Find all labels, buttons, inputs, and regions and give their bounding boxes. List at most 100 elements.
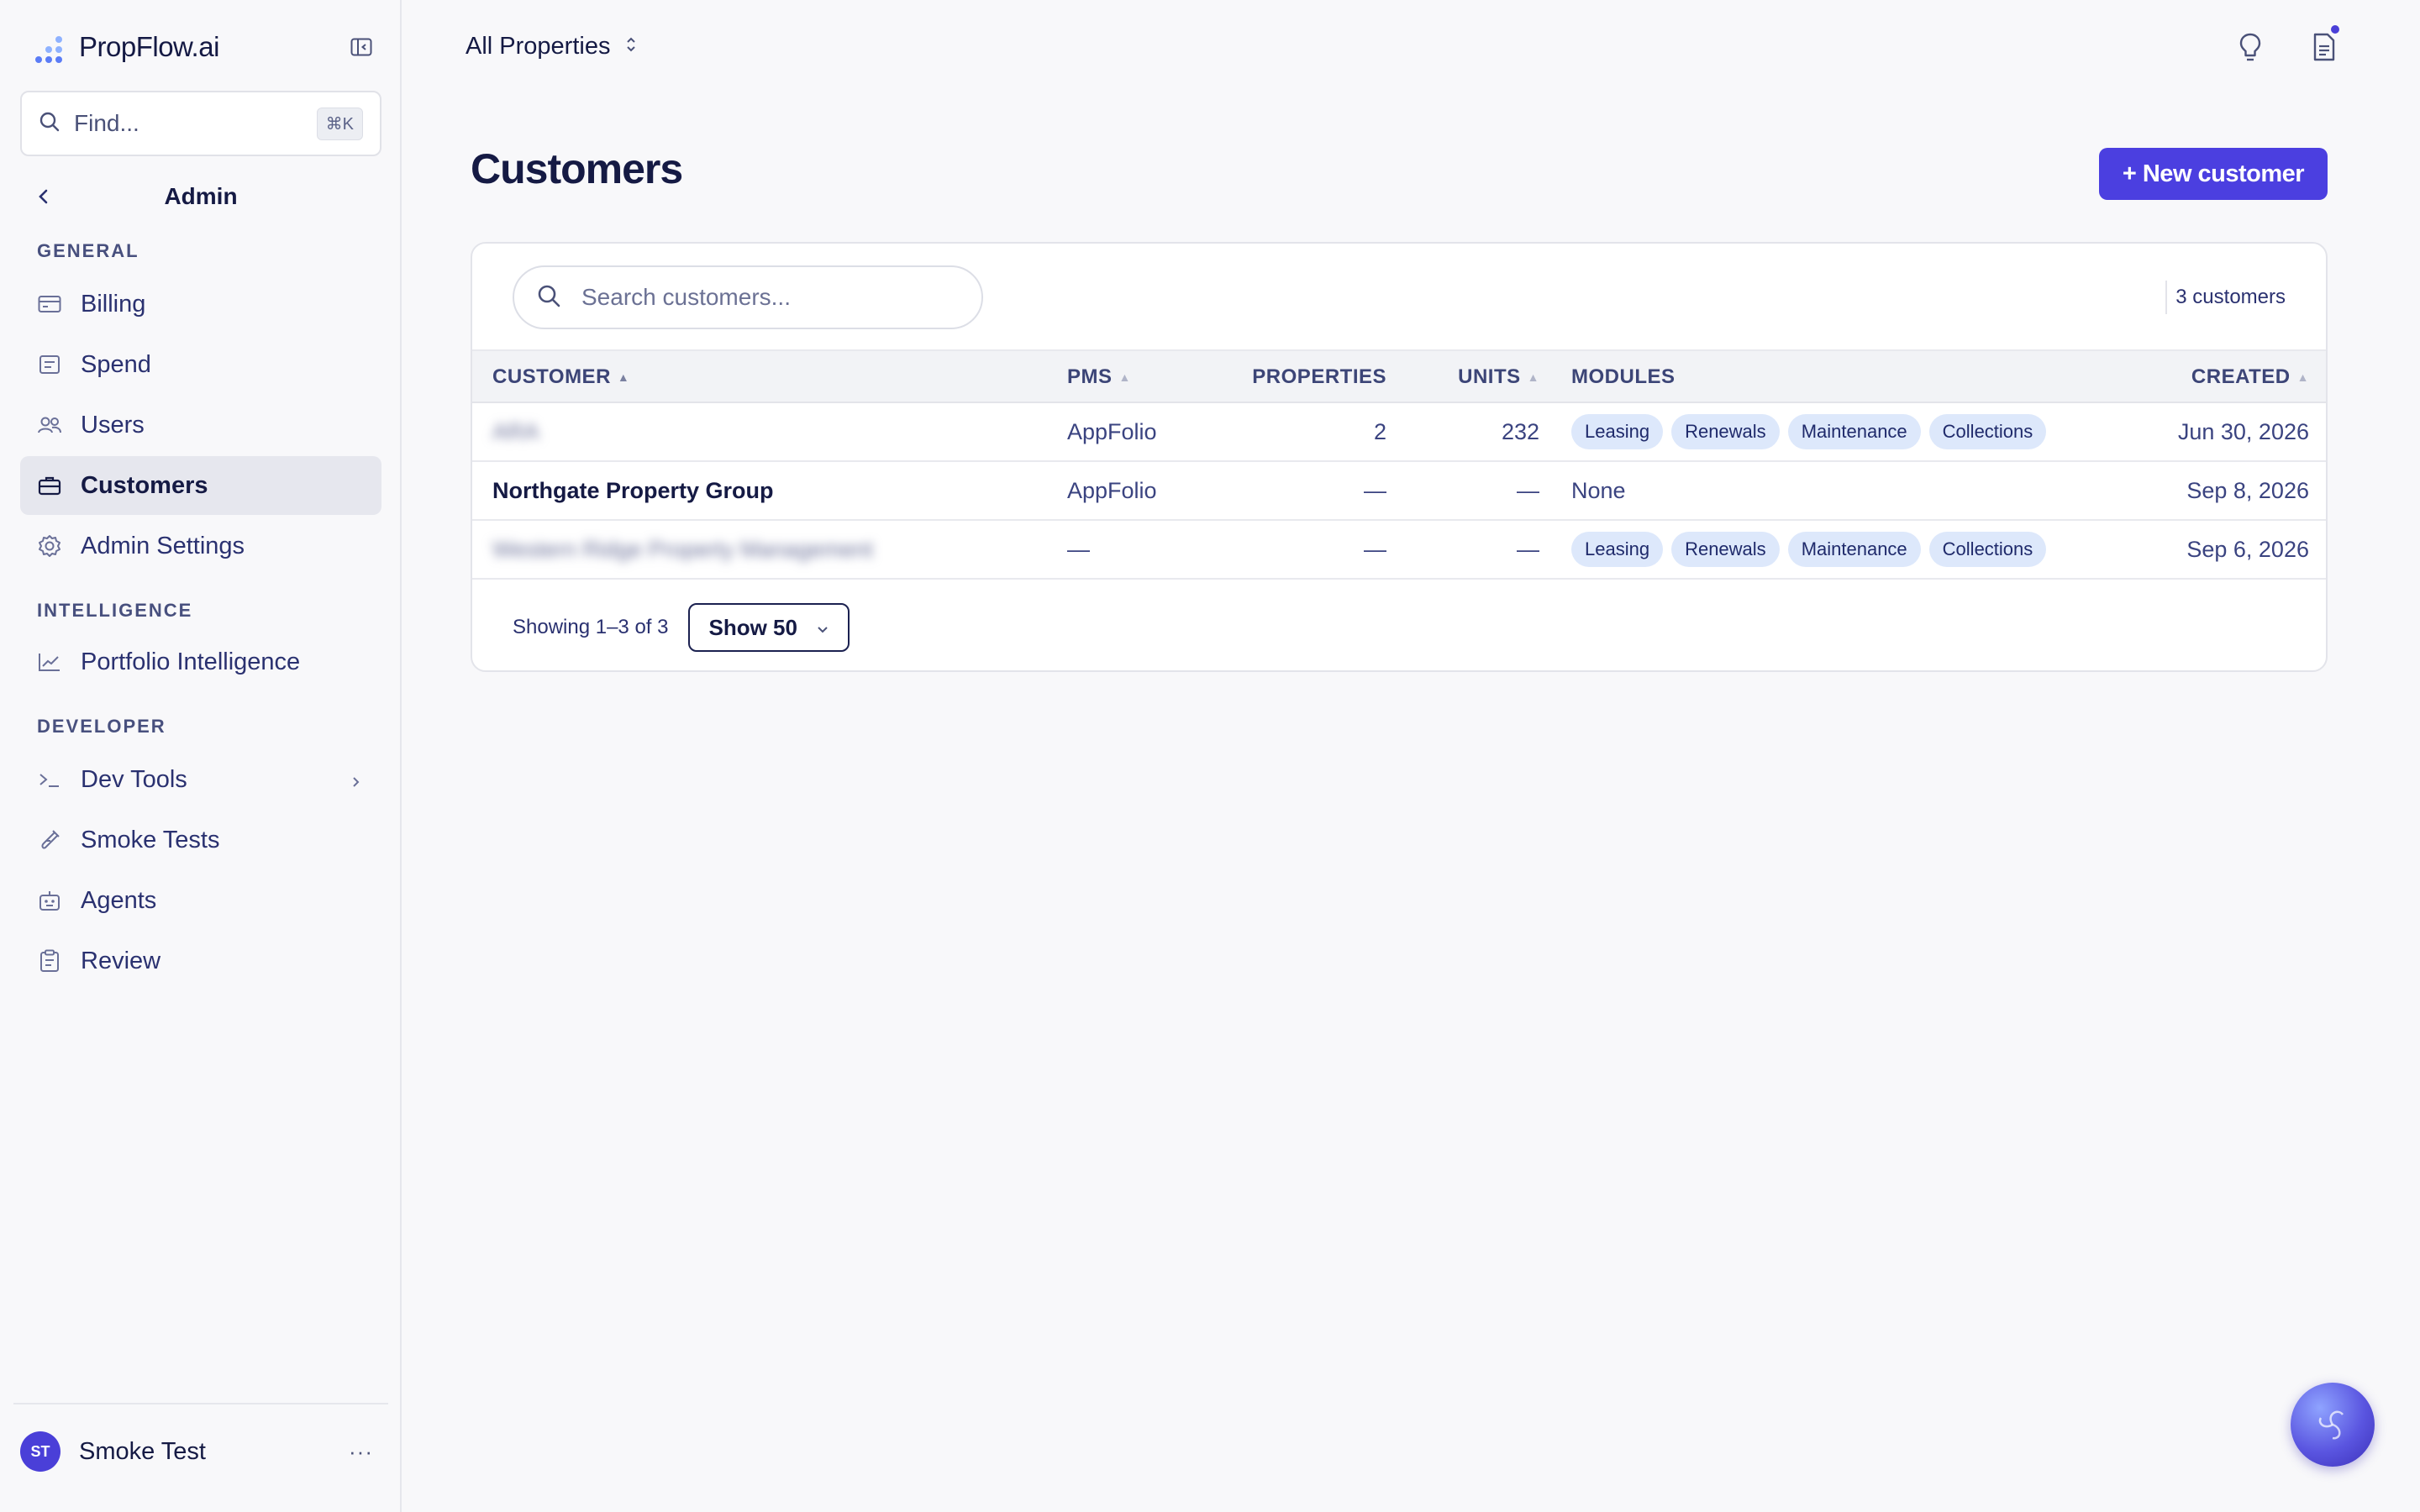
users-icon [37,412,62,438]
module-chip-maintenance: Maintenance [1787,414,1921,449]
customer-name-cell[interactable]: Western Ridge Property Management [492,521,873,578]
keyboard-shortcut-badge: ⌘K [316,107,363,140]
sidebar-item-label: Billing [81,290,146,318]
sidebar-item-dev-tools[interactable]: Dev Tools [20,750,381,809]
user-name: Smoke Test [79,1437,206,1465]
section-label-developer: DEVELOPER [37,716,166,737]
assistant-orb-icon [2318,1410,2344,1440]
clipboard-icon [37,948,62,974]
sidebar-item-label: Smoke Tests [81,826,220,853]
brand-name: PropFlow.ai [79,31,219,62]
column-label: PMS [1067,365,1113,388]
sidebar-item-agents[interactable]: Agents [20,871,381,930]
sidebar-item-users[interactable]: Users [20,396,381,454]
created-cell: Sep 8, 2026 [2186,477,2309,503]
column-header-customer[interactable]: CUSTOMER ▲ [492,351,629,403]
module-chip-leasing: Leasing [1571,532,1664,567]
sidebar: PropFlow.ai Find... ⌘K Admin GENERAL Bil… [0,0,402,1512]
test-tube-icon [37,827,62,853]
property-selector-label: All Properties [466,32,611,60]
module-chip-leasing: Leasing [1571,414,1664,449]
lightbulb-icon[interactable] [2232,29,2269,66]
find-placeholder: Find... [74,110,139,136]
table-row[interactable]: Northgate Property Group AppFolio — — No… [472,462,2326,521]
chevron-right-icon [351,769,361,797]
column-header-properties[interactable]: PROPERTIES [1252,351,1386,403]
robot-icon [37,888,62,913]
module-chip-renewals: Renewals [1671,532,1780,567]
column-label: MODULES [1571,365,1676,388]
customer-count: 3 customers [2165,281,2286,314]
units-cell: — [1517,477,1539,503]
briefcase-icon [37,473,62,498]
column-label: PROPERTIES [1252,365,1386,388]
customer-name-cell[interactable]: ARA [492,403,539,460]
page-size-select[interactable]: Show 50 [688,603,850,652]
search-placeholder: Search customers... [581,284,791,310]
sidebar-item-smoke-tests[interactable]: Smoke Tests [20,811,381,869]
user-menu[interactable]: ST Smoke Test ··· [20,1428,373,1475]
credit-card-icon [37,291,62,317]
column-label: CREATED [2191,365,2291,388]
module-chip-collections: Collections [1928,532,2047,567]
find-input[interactable]: Find... ⌘K [20,91,381,156]
admin-title: Admin [164,183,238,209]
pms-cell: AppFolio [1067,477,1157,503]
search-customers-input[interactable]: Search customers... [513,265,983,329]
column-header-created[interactable]: CREATED ▲ [2136,351,2309,403]
page-title: Customers [471,145,683,192]
sort-icon: ▲ [1527,370,1539,384]
column-header-pms[interactable]: PMS ▲ [1067,351,1131,403]
sidebar-item-label: Portfolio Intelligence [81,648,301,675]
units-cell: 232 [1501,418,1539,444]
sidebar-item-label: Review [81,947,161,974]
ai-assistant-button[interactable] [2291,1383,2375,1467]
customers-table-card: Search customers... 3 customers CUSTOMER… [471,242,2328,672]
sidebar-item-review[interactable]: Review [20,932,381,990]
column-label: UNITS [1458,365,1521,388]
module-chip-collections: Collections [1928,414,2047,449]
column-label: CUSTOMER [492,365,611,388]
chevron-up-down-icon [625,33,637,60]
logo-mark-icon [34,29,69,65]
customer-name-cell[interactable]: Northgate Property Group [492,462,774,519]
trend-chart-icon [37,649,62,675]
sidebar-item-label: Dev Tools [81,765,187,793]
page-size-value: Show 50 [708,614,797,640]
customer-name: Western Ridge Property Management [492,536,873,562]
notification-dot [2329,24,2341,35]
sidebar-item-billing[interactable]: Billing [20,275,381,333]
column-header-units[interactable]: UNITS ▲ [1447,351,1539,403]
receipt-icon [37,352,62,377]
created-cell: Jun 30, 2026 [2177,418,2309,444]
more-options-icon[interactable]: ··· [349,1439,373,1465]
avatar: ST [20,1431,60,1472]
sidebar-item-customers[interactable]: Customers [20,456,381,515]
properties-cell: — [1364,477,1386,503]
new-customer-button[interactable]: + New customer [2099,148,2328,200]
sidebar-item-label: Admin Settings [81,532,245,559]
table-row[interactable]: Western Ridge Property Management — — — … [472,521,2326,580]
property-selector[interactable]: All Properties [466,29,637,64]
pagination: Showing 1–3 of 3 Show 50 [513,603,850,652]
sidebar-item-label: Spend [81,350,151,378]
modules-cell: Leasing Renewals Maintenance Collections [1571,403,2047,460]
sidebar-item-admin-settings[interactable]: Admin Settings [20,517,381,575]
sidebar-item-spend[interactable]: Spend [20,335,381,394]
back-chevron-icon[interactable] [20,187,67,206]
table-row[interactable]: ARA AppFolio 2 232 Leasing Renewals Main… [472,403,2326,462]
properties-cell: — [1364,536,1386,562]
sidebar-item-portfolio-intelligence[interactable]: Portfolio Intelligence [20,633,381,691]
sidebar-item-label: Customers [81,471,208,499]
customer-name: ARA [492,418,539,444]
document-notes-icon[interactable] [2306,24,2343,66]
column-header-modules: MODULES [1571,351,1676,403]
brand-logo[interactable]: PropFlow.ai [34,25,219,69]
showing-range: Showing 1–3 of 3 [513,616,669,638]
terminal-icon [37,767,62,792]
sidebar-collapse-icon[interactable] [348,34,375,60]
sort-icon: ▲ [2296,370,2309,384]
pms-cell: AppFolio [1067,418,1157,444]
sort-icon: ▲ [1118,370,1131,384]
table-header: CUSTOMER ▲ PMS ▲ PROPERTIES UNITS ▲ MODULES… [472,349,2326,403]
